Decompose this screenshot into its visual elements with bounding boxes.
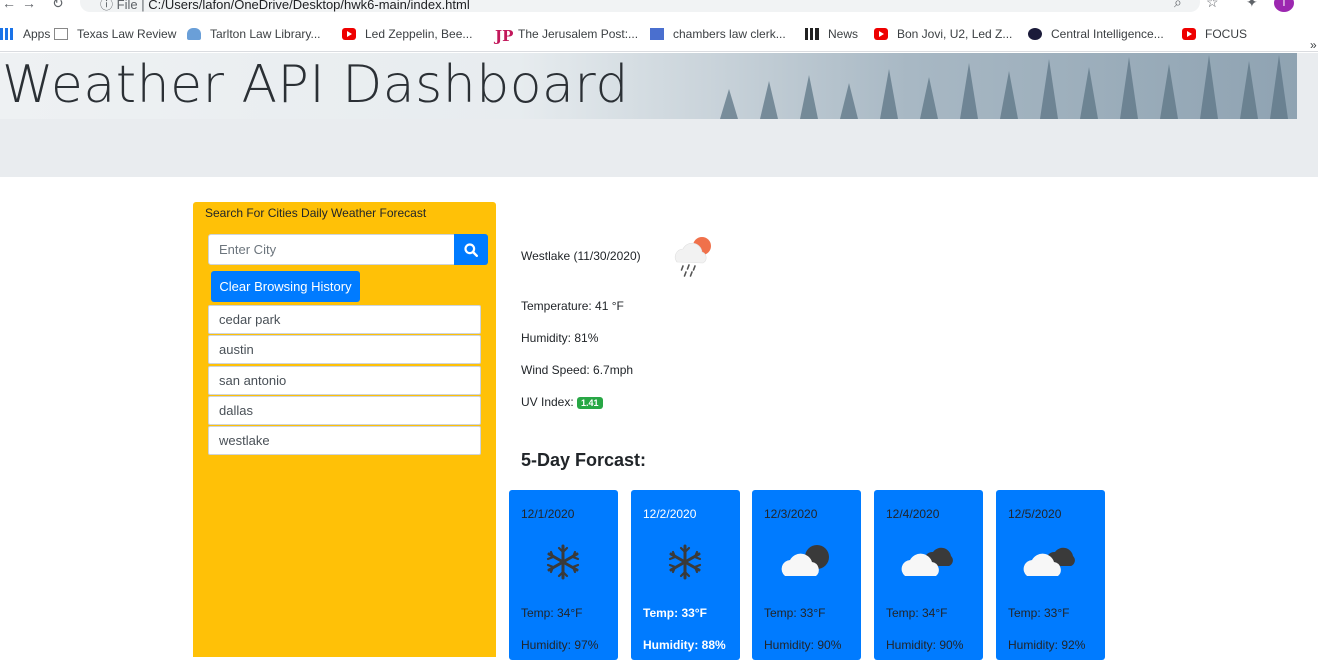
forecast-date: 12/3/2020 — [764, 507, 818, 521]
forecast-card: 12/3/2020 Temp: 33°F Humidity: 90% — [752, 490, 861, 660]
rain-sun-icon — [675, 237, 711, 277]
info-icon: ⓘ — [100, 0, 114, 12]
search-history-list: cedar park austin san antonio dallas wes… — [208, 305, 481, 456]
cloudy-icon — [901, 542, 955, 582]
bookmark-news[interactable]: News — [805, 26, 858, 42]
forecast-humidity: Humidity: 90% — [764, 638, 842, 652]
forecast-humidity: Humidity: 97% — [521, 638, 599, 652]
sidebar-heading: Search For Cities Daily Weather Forecast — [205, 206, 427, 220]
bookmark-cia[interactable]: Central Intelligence... — [1028, 26, 1164, 42]
city-date: Westlake (11/30/2020) — [521, 249, 641, 263]
bookmark-apps[interactable]: Apps — [0, 26, 50, 42]
bookmarks-overflow-icon[interactable]: » — [1310, 38, 1317, 52]
uv-index: UV Index: 1.41 — [521, 395, 603, 409]
forecast-date: 12/2/2020 — [643, 507, 697, 521]
forward-arrow-icon[interactable]: → — [22, 0, 36, 11]
back-arrow-icon[interactable]: ← — [2, 0, 16, 11]
humidity: Humidity: 81% — [521, 331, 599, 345]
jumbotron: Weather API Dashboard — [0, 53, 1318, 177]
search-icon — [464, 242, 478, 257]
reload-icon[interactable]: ↻ — [52, 0, 64, 12]
forecast-temp: Temp: 33°F — [764, 606, 826, 620]
uv-label: UV Index: — [521, 395, 574, 409]
forecast-card: 12/5/2020 Temp: 33°F Humidity: 92% — [996, 490, 1105, 660]
bookmark-focus[interactable]: FOCUS — [1182, 26, 1247, 42]
forecast-humidity: Humidity: 88% — [643, 638, 726, 652]
snowflake-icon — [658, 542, 712, 582]
bookmark-chambers[interactable]: chambers law clerk... — [650, 26, 786, 42]
uv-badge: 1.41 — [577, 396, 603, 409]
url-path: C:/Users/lafon/OneDrive/Desktop/hwk6-mai… — [148, 0, 470, 12]
city-search-input[interactable] — [208, 234, 455, 265]
search-sidebar: Search For Cities Daily Weather Forecast… — [193, 202, 496, 657]
bookmark-texas-law-review[interactable]: Texas Law Review — [54, 26, 176, 42]
history-item[interactable]: san antonio — [208, 365, 481, 395]
cloudy-icon — [779, 542, 833, 582]
bookmarks-bar: Apps Texas Law Review Tarlton Law Librar… — [0, 14, 1318, 52]
zoom-icon[interactable]: ⌕ — [1174, 0, 1182, 11]
bookmark-bon-jovi[interactable]: Bon Jovi, U2, Led Z... — [874, 26, 1012, 42]
apps-grid-icon — [0, 28, 14, 40]
bookmark-led-zeppelin[interactable]: Led Zeppelin, Bee... — [342, 26, 472, 42]
page-title: Weather API Dashboard — [2, 55, 629, 115]
forecast-temp: Temp: 34°F — [521, 606, 583, 620]
news-icon — [805, 28, 819, 40]
url-text[interactable]: ⓘ File | C:/Users/lafon/OneDrive/Desktop… — [100, 0, 470, 13]
url-scheme: File — [116, 0, 138, 12]
star-icon[interactable]: ☆ — [1206, 0, 1219, 11]
forecast-date: 12/5/2020 — [1008, 507, 1062, 521]
bookmark-jerusalem-post[interactable]: JP The Jerusalem Post:... — [495, 26, 638, 45]
forecast-humidity: Humidity: 90% — [886, 638, 964, 652]
youtube-icon — [342, 28, 356, 40]
extensions-icon[interactable]: ✦ — [1246, 0, 1258, 11]
cia-icon — [1028, 28, 1042, 40]
forecast-temp: Temp: 33°F — [643, 606, 707, 620]
cloudy-icon — [1023, 542, 1077, 582]
cloud-icon — [187, 28, 201, 40]
forecast-card: 12/4/2020 Temp: 34°F Humidity: 90% — [874, 490, 983, 660]
tlr-icon — [54, 28, 68, 40]
clear-history-button[interactable]: Clear Browsing History — [211, 271, 360, 302]
history-item[interactable]: dallas — [208, 395, 481, 425]
history-item[interactable]: austin — [208, 335, 481, 365]
youtube-icon — [874, 28, 888, 40]
forecast-title: 5-Day Forcast: — [521, 450, 647, 470]
youtube-icon — [1182, 28, 1196, 40]
search-button[interactable] — [454, 234, 488, 265]
wind-speed: Wind Speed: 6.7mph — [521, 363, 634, 377]
history-item[interactable]: westlake — [208, 426, 481, 456]
forecast-date: 12/4/2020 — [886, 507, 940, 521]
forecast-date: 12/1/2020 — [521, 507, 575, 521]
forecast-temp: Temp: 34°F — [886, 606, 948, 620]
bookmark-tarlton[interactable]: Tarlton Law Library... — [187, 26, 321, 42]
forecast-card: 12/1/2020 Temp: 34°F Humidity: 97% — [509, 490, 618, 660]
forecast-humidity: Humidity: 92% — [1008, 638, 1086, 652]
jp-icon: JP — [495, 27, 514, 45]
forecast-card: 12/2/2020 Temp: 33°F Humidity: 88% — [631, 490, 740, 660]
browser-address-bar: ← → ↻ ⓘ File | C:/Users/lafon/OneDrive/D… — [0, 0, 1318, 14]
history-item[interactable]: cedar park — [208, 305, 481, 334]
bookmark-page-icon — [650, 28, 664, 40]
temperature: Temperature: 41 °F — [521, 299, 624, 313]
profile-avatar[interactable]: T — [1274, 0, 1294, 12]
snowflake-icon — [536, 542, 590, 582]
forecast-temp: Temp: 33°F — [1008, 606, 1070, 620]
